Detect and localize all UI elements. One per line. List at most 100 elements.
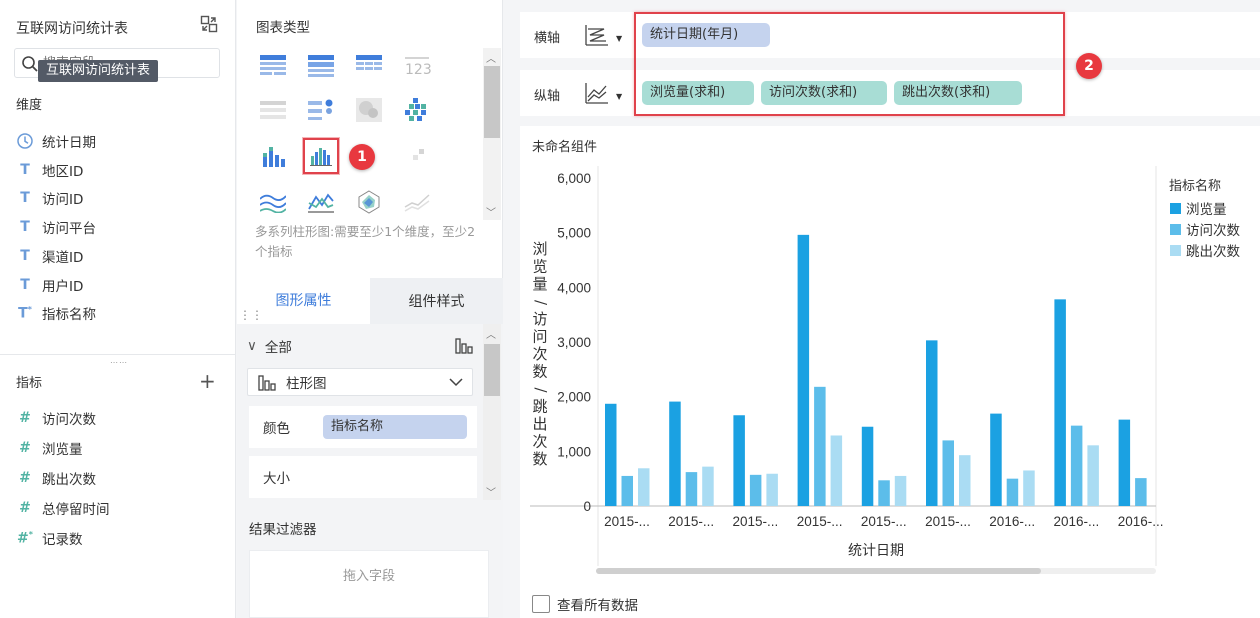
hash-icon: #: [19, 500, 31, 516]
text-T-star-icon: T*: [18, 304, 32, 322]
radar-chart-icon[interactable]: [351, 184, 387, 220]
dimension-field[interactable]: T 用户ID: [16, 274, 83, 296]
field-label: 统计日期: [42, 135, 96, 151]
panel-splitter: [0, 354, 236, 355]
dimension-field[interactable]: 统计日期: [16, 130, 96, 152]
size-property[interactable]: 大小: [249, 456, 477, 498]
line-chart-icon[interactable]: [303, 184, 339, 220]
y-tick-label: 1,000: [557, 444, 591, 459]
step-badge-1: 1: [349, 144, 375, 170]
y-axis-title-char: 数: [532, 450, 547, 468]
color-field-pill[interactable]: 指标名称: [323, 415, 467, 439]
field-label: 访问ID: [42, 192, 84, 208]
legend-label: 浏览量: [1186, 202, 1227, 218]
field-label: 访问平台: [42, 221, 96, 237]
caret-down-icon[interactable]: ▼: [616, 92, 622, 101]
svg-text:123: 123: [405, 62, 431, 77]
field-label: 指标名称: [42, 307, 96, 323]
search-icon: [22, 56, 38, 72]
hash-star-icon: #*: [17, 529, 33, 547]
view-all-data-checkbox[interactable]: 查看所有数据: [532, 594, 638, 614]
bar: [861, 426, 874, 506]
dimension-field[interactable]: T 访问平台: [16, 216, 96, 238]
properties-scrollbar[interactable]: ︿ ﹀: [483, 324, 501, 500]
bar: [669, 401, 681, 506]
table-chart-icon[interactable]: [255, 48, 291, 84]
dot-table-icon[interactable]: [303, 92, 339, 128]
y-axis-title-char: 数: [532, 363, 547, 381]
checkbox[interactable]: [532, 595, 550, 613]
tooltip: 互联网访问统计表: [38, 60, 159, 82]
measure-field[interactable]: # 跳出次数: [16, 467, 96, 489]
filter-drop-zone[interactable]: 拖入字段: [249, 550, 489, 618]
chart-type-select[interactable]: 柱形图: [247, 368, 473, 396]
caret-down-icon[interactable]: ▼: [616, 34, 622, 43]
dimension-field[interactable]: T 访问ID: [16, 187, 83, 209]
bar: [749, 474, 762, 506]
measures-title: 指标: [16, 376, 43, 391]
detail-table-icon[interactable]: [255, 92, 291, 128]
bar-chart-icon: [258, 375, 276, 391]
color-property: 颜色 指标名称: [249, 406, 477, 448]
chart-type-scrollbar[interactable]: ︿ ﹀: [483, 48, 501, 220]
x-axis-label: 横轴: [534, 31, 561, 46]
bar: [926, 340, 938, 506]
group-table-icon[interactable]: [303, 48, 339, 84]
legend-swatch: [1170, 245, 1181, 256]
scroll-thumb[interactable]: [484, 344, 500, 396]
legend-swatch: [1170, 203, 1181, 214]
measure-field[interactable]: #* 记录数: [16, 527, 82, 549]
field-label: 跳出次数: [42, 472, 96, 488]
y-axis-type-icon[interactable]: [584, 81, 610, 105]
y-axis-title-char: 次: [532, 433, 547, 451]
dimension-field[interactable]: T 渠道ID: [16, 245, 83, 267]
result-filter-title: 结果过滤器: [249, 522, 317, 538]
x-tick-label: 2016-...: [1054, 514, 1100, 529]
dataset-title: 互联网访问统计表: [16, 21, 128, 37]
bar: [1023, 470, 1035, 506]
bar: [733, 415, 745, 506]
chevron-down-icon: [449, 378, 463, 387]
drag-handle-icon[interactable]: ⋮⋮: [239, 308, 263, 322]
add-measure-icon[interactable]: +: [199, 369, 216, 393]
range-area-icon[interactable]: [399, 184, 435, 220]
kpi-number-icon[interactable]: 123: [399, 48, 435, 84]
x-tick-label: 2015-...: [668, 514, 714, 529]
chart-type-title: 图表类型: [256, 20, 310, 36]
field-label: 渠道ID: [42, 250, 84, 266]
waterfall-chart-icon[interactable]: [399, 138, 435, 174]
field-label: 访问次数: [42, 412, 96, 428]
matrix-chart-icon[interactable]: [399, 92, 435, 128]
y-tick-label: 4,000: [557, 280, 591, 295]
scroll-thumb[interactable]: [484, 66, 500, 138]
bar: [702, 466, 714, 506]
area-chart-icon[interactable]: [255, 184, 291, 220]
heatmap-icon[interactable]: [351, 92, 387, 128]
splitter-grip-icon[interactable]: ⋯⋯: [110, 358, 128, 367]
x-tick-label: 2015-...: [604, 514, 650, 529]
measure-field[interactable]: # 访问次数: [16, 407, 96, 429]
bar: [766, 473, 778, 506]
x-tick-label: 2015-...: [797, 514, 843, 529]
dimension-field[interactable]: T 地区ID: [16, 159, 83, 181]
bar: [894, 475, 907, 506]
switch-dataset-icon[interactable]: [200, 15, 218, 33]
all-series-toggle[interactable]: ∨ 全部: [247, 336, 292, 356]
measure-field[interactable]: # 总停留时间: [16, 497, 109, 519]
text-T-icon: T: [20, 219, 30, 235]
bar: [878, 480, 890, 506]
multi-series-bar-icon[interactable]: [303, 138, 339, 174]
stacked-bar-icon[interactable]: [255, 138, 291, 174]
y-axis-title-char: 出: [532, 415, 547, 433]
x-tick-label: 2015-...: [733, 514, 779, 529]
y-axis-title-char: /: [532, 387, 550, 393]
x-axis-type-icon[interactable]: [584, 23, 610, 47]
tab-component-style[interactable]: 组件样式: [370, 278, 503, 324]
dimension-field[interactable]: T* 指标名称: [16, 302, 96, 324]
x-tick-label: 2015-...: [861, 514, 907, 529]
measure-field[interactable]: # 浏览量: [16, 437, 82, 459]
all-label: 全部: [264, 340, 292, 356]
text-T-icon: T: [20, 248, 30, 264]
y-axis-title-char: 次: [532, 345, 547, 363]
cross-table-icon[interactable]: [351, 48, 387, 84]
